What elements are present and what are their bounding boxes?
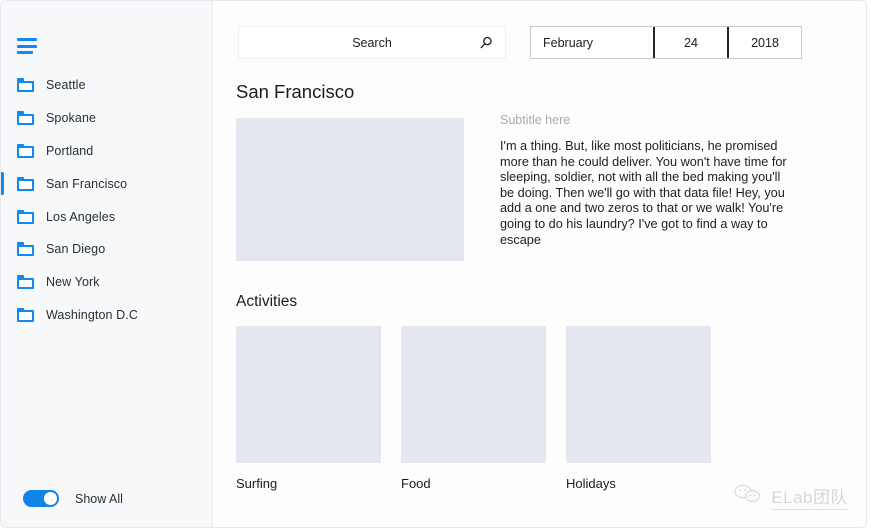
sidebar-item-label: San Francisco bbox=[46, 176, 128, 191]
app-root: Seattle Spokane Portland San Francisco L… bbox=[0, 0, 871, 532]
sidebar-item-san-francisco[interactable]: San Francisco bbox=[1, 167, 213, 200]
hero-image-placeholder bbox=[236, 118, 464, 261]
folder-icon bbox=[17, 242, 34, 257]
card-image-placeholder bbox=[566, 326, 711, 463]
selection-indicator bbox=[1, 271, 4, 294]
sidebar-item-spokane[interactable]: Spokane bbox=[1, 102, 213, 135]
sidebar-item-label: San Diego bbox=[46, 242, 106, 257]
selection-indicator bbox=[1, 304, 4, 327]
hamburger-bar bbox=[17, 38, 37, 41]
sidebar-item-washington-dc[interactable]: Washington D.C bbox=[1, 299, 213, 332]
card-image-placeholder bbox=[401, 326, 546, 463]
folder-icon bbox=[17, 78, 34, 93]
folder-icon bbox=[17, 275, 34, 290]
show-all-label: Show All bbox=[75, 491, 123, 506]
subtitle-text: Subtitle here bbox=[500, 113, 571, 127]
show-all-toggle-row: Show All bbox=[23, 490, 123, 507]
card-label: Surfing bbox=[236, 476, 278, 491]
hamburger-icon[interactable] bbox=[17, 38, 37, 54]
selection-indicator bbox=[1, 140, 4, 163]
hamburger-bar bbox=[17, 51, 33, 54]
main-content: Search February 24 2018 San Francisco Su… bbox=[213, 1, 866, 527]
selection-indicator bbox=[1, 107, 4, 130]
selection-indicator bbox=[1, 74, 4, 97]
card-label: Holidays bbox=[566, 476, 616, 491]
sidebar-item-seattle[interactable]: Seattle bbox=[1, 69, 213, 102]
sidebar-item-new-york[interactable]: New York bbox=[1, 266, 213, 299]
sidebar-item-label: Washington D.C bbox=[46, 307, 138, 322]
selection-indicator bbox=[1, 238, 4, 261]
card-label: Food bbox=[401, 476, 431, 491]
activity-card-holidays[interactable]: Holidays bbox=[566, 326, 711, 491]
activity-card-food[interactable]: Food bbox=[401, 326, 546, 491]
sidebar-item-los-angeles[interactable]: Los Angeles bbox=[1, 200, 213, 233]
selection-indicator bbox=[1, 172, 4, 196]
folder-icon bbox=[17, 111, 34, 126]
sidebar-item-label: Seattle bbox=[46, 78, 86, 93]
sidebar-item-label: New York bbox=[46, 275, 100, 290]
folder-icon bbox=[17, 209, 34, 224]
sidebar-item-portland[interactable]: Portland bbox=[1, 135, 213, 168]
body-paragraph: I'm a thing. But, like most politicians,… bbox=[500, 139, 787, 247]
folder-icon bbox=[17, 307, 34, 322]
section-title-activities: Activities bbox=[236, 293, 298, 310]
article: San Francisco Subtitle here I'm a thing.… bbox=[213, 1, 866, 527]
hamburger-bar bbox=[17, 44, 37, 48]
activities-card-grid: Surfing Food Holidays bbox=[236, 326, 711, 491]
activity-card-surfing[interactable]: Surfing bbox=[236, 326, 381, 491]
window-frame: Seattle Spokane Portland San Francisco L… bbox=[0, 0, 867, 528]
sidebar-item-label: Los Angeles bbox=[46, 209, 116, 224]
page-title: San Francisco bbox=[236, 81, 355, 102]
sidebar: Seattle Spokane Portland San Francisco L… bbox=[1, 1, 213, 527]
card-image-placeholder bbox=[236, 326, 381, 463]
sidebar-item-san-diego[interactable]: San Diego bbox=[1, 233, 213, 266]
show-all-toggle[interactable] bbox=[23, 490, 59, 507]
folder-icon bbox=[17, 176, 34, 191]
sidebar-nav: Seattle Spokane Portland San Francisco L… bbox=[1, 69, 213, 331]
selection-indicator bbox=[1, 205, 4, 228]
toggle-knob bbox=[44, 492, 57, 505]
sidebar-item-label: Portland bbox=[46, 143, 94, 158]
sidebar-item-label: Spokane bbox=[46, 111, 97, 126]
folder-icon bbox=[17, 143, 34, 158]
